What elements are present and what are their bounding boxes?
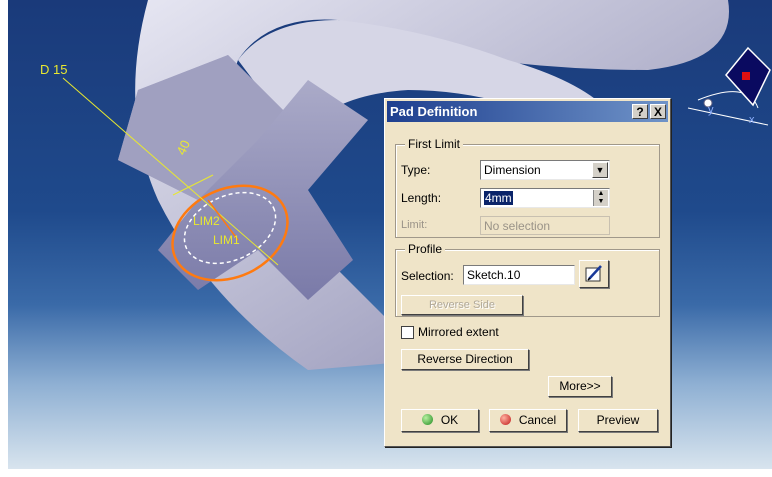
type-dropdown[interactable]: Dimension ▼ xyxy=(480,160,610,180)
lim2-label: LIM2 xyxy=(193,214,220,228)
chevron-down-icon[interactable]: ▼ xyxy=(592,162,608,178)
compass-y-label: y xyxy=(708,104,714,116)
length-input[interactable]: 4mm ▲ ▼ xyxy=(480,188,610,208)
close-button[interactable]: X xyxy=(650,104,666,119)
profile-legend: Profile xyxy=(405,242,446,256)
more-button[interactable]: More>> xyxy=(548,376,612,397)
ok-label: OK xyxy=(440,413,459,427)
type-value: Dimension xyxy=(484,163,541,177)
cancel-label: Cancel xyxy=(518,413,557,427)
compass-handle[interactable] xyxy=(742,72,750,80)
selection-input[interactable]: Sketch.10 xyxy=(463,265,575,285)
type-label: Type: xyxy=(401,163,431,177)
length-value: 4mm xyxy=(484,191,513,205)
limit-input: No selection xyxy=(480,216,610,235)
preview-button[interactable]: Preview xyxy=(578,409,658,432)
selection-label: Selection: xyxy=(401,269,454,283)
ok-button[interactable]: OK xyxy=(401,409,479,432)
cancel-icon xyxy=(499,414,511,425)
mirrored-extent-label: Mirrored extent xyxy=(418,325,499,339)
ok-icon xyxy=(421,414,433,425)
dialog-titlebar[interactable]: Pad Definition ? X xyxy=(387,101,668,122)
pad-definition-dialog: Pad Definition ? X First Limit Type: Dim… xyxy=(384,98,671,447)
reverse-side-button: Reverse Side xyxy=(401,295,523,315)
reverse-direction-button[interactable]: Reverse Direction xyxy=(401,349,529,370)
spin-arrows-icon[interactable]: ▲ ▼ xyxy=(593,190,608,206)
dimension-label: D 15 xyxy=(40,62,68,77)
compass-x-axis xyxy=(687,107,769,126)
help-button[interactable]: ? xyxy=(632,104,648,119)
length-label: Length: xyxy=(401,191,442,205)
compass-x-label: x xyxy=(749,114,755,126)
limit-label: Limit: xyxy=(401,219,428,231)
first-limit-legend: First Limit xyxy=(405,137,463,151)
lim1-label: LIM1 xyxy=(213,233,240,247)
mirrored-extent-checkbox[interactable] xyxy=(401,326,414,339)
dialog-title: Pad Definition xyxy=(390,104,478,119)
sketch-button[interactable] xyxy=(579,260,609,288)
cancel-button[interactable]: Cancel xyxy=(489,409,567,432)
sketch-pencil-icon xyxy=(585,265,602,282)
